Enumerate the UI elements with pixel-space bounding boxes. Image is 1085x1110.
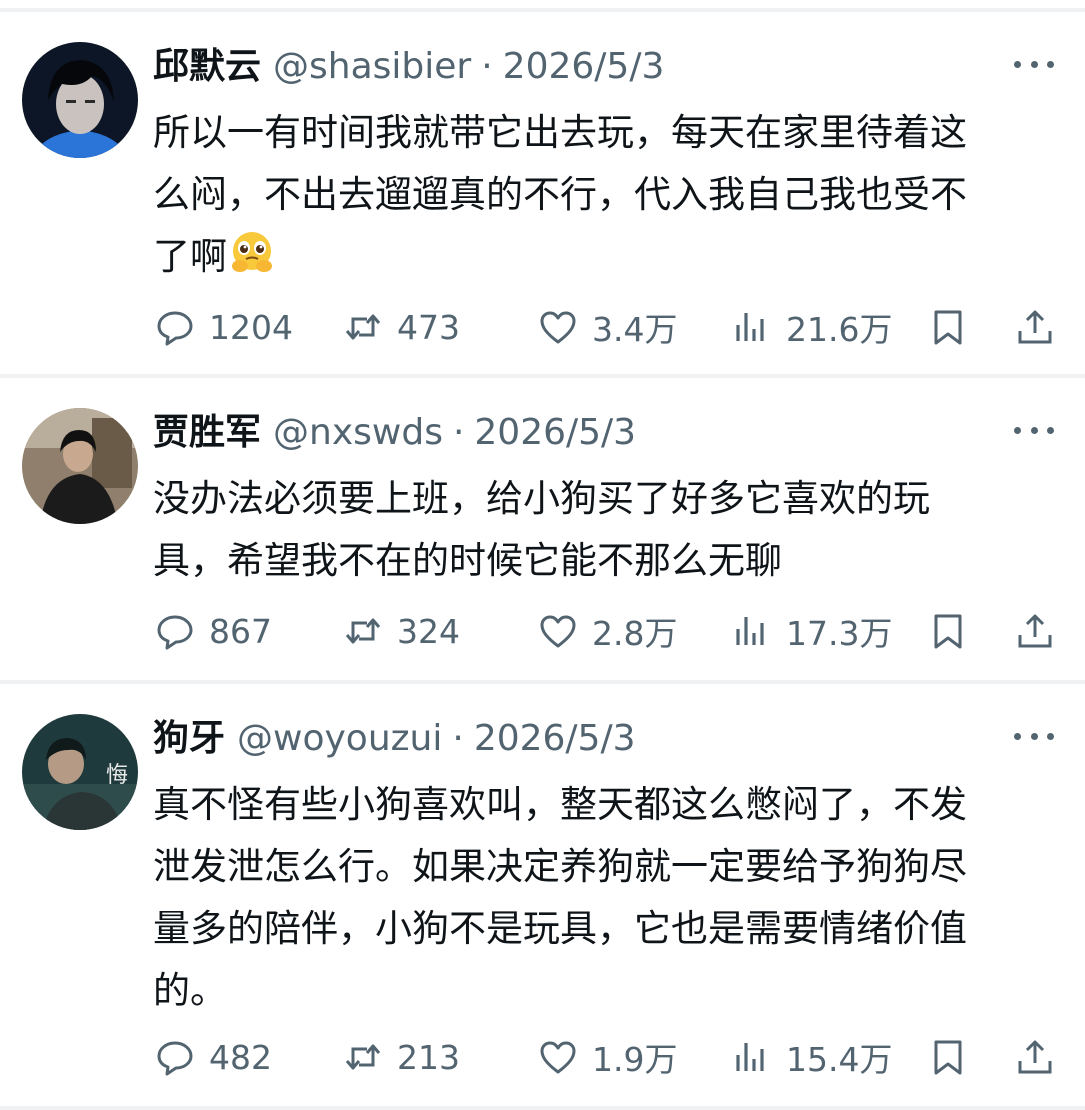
retweet-button[interactable]: 324 xyxy=(343,606,460,656)
tweet-text: 没办法必须要上班，给小狗买了好多它喜欢的玩 具，希望我不在的时候它能不那么无聊 xyxy=(153,468,1053,592)
tweet-text-line: 所以一有时间我就带它出去玩，每天在家里待着这 xyxy=(153,111,967,154)
like-count: 3.4万 xyxy=(592,310,678,349)
separator: · xyxy=(481,46,493,87)
display-name[interactable]: 邱默云 xyxy=(153,42,261,92)
views-button[interactable]: 17.3万 xyxy=(732,606,892,656)
reply-button[interactable]: 1204 xyxy=(155,302,293,352)
share-button[interactable] xyxy=(1015,1032,1055,1082)
bookmark-icon xyxy=(928,611,968,651)
tweet-text-line: 具，希望我不在的时候它能不那么无聊 xyxy=(153,539,782,582)
post-date[interactable]: 2026/5/3 xyxy=(503,42,665,92)
reply-bubble-icon xyxy=(155,1037,195,1077)
views-bar-chart-icon xyxy=(732,307,772,347)
reply-button[interactable]: 867 xyxy=(155,606,272,656)
bookmark-button[interactable] xyxy=(928,1032,968,1082)
post-date[interactable]: 2026/5/3 xyxy=(474,408,636,458)
tweet-text-line: 么闷，不出去遛遛真的不行，代入我自己我也受不 xyxy=(153,173,967,216)
user-handle[interactable]: @nxswds xyxy=(273,408,443,458)
tweet-text-line: 没办法必须要上班，给小狗买了好多它喜欢的玩 xyxy=(153,477,930,520)
views-button[interactable]: 21.6万 xyxy=(732,302,892,352)
retweet-icon xyxy=(343,611,383,651)
tweet-text-line: 的。 xyxy=(153,969,227,1012)
retweet-button[interactable]: 213 xyxy=(343,1032,460,1082)
retweet-count: 473 xyxy=(397,307,460,347)
views-count: 21.6万 xyxy=(786,310,893,349)
retweet-count: 324 xyxy=(397,611,460,651)
tweet-feed: 邱默云 @shasibier · 2026/5/3 所以一有时间我就带它出去玩，… xyxy=(0,0,1085,1110)
more-dots-icon[interactable] xyxy=(1014,420,1054,440)
tweet-card[interactable]: 贾胜军 @nxswds · 2026/5/3 没办法必须要上班，给小狗买了好多它… xyxy=(0,374,1085,678)
reply-button[interactable]: 482 xyxy=(155,1032,272,1082)
tweet-actions: 1204 473 3.4万 21.6万 xyxy=(0,302,1085,352)
retweet-icon xyxy=(343,307,383,347)
views-count: 17.3万 xyxy=(786,614,893,653)
like-button[interactable]: 3.4万 xyxy=(538,302,677,352)
post-date[interactable]: 2026/5/3 xyxy=(474,714,636,764)
share-upload-icon xyxy=(1015,1037,1055,1077)
tweet-text-line: 泄发泄怎么行。如果决定养狗就一定要给予狗狗尽 xyxy=(153,845,967,888)
reply-count: 867 xyxy=(209,611,272,651)
retweet-count: 213 xyxy=(397,1037,460,1077)
share-button[interactable] xyxy=(1015,606,1055,656)
like-count: 2.8万 xyxy=(592,614,678,653)
like-count: 1.9万 xyxy=(592,1040,678,1079)
like-button[interactable]: 1.9万 xyxy=(538,1032,677,1082)
avatar-overlay-text: 悔 xyxy=(106,763,128,788)
bookmark-button[interactable] xyxy=(928,606,968,656)
avatar[interactable] xyxy=(22,408,138,524)
reply-count: 482 xyxy=(209,1037,272,1077)
views-bar-chart-icon xyxy=(732,611,772,651)
share-upload-icon xyxy=(1015,307,1055,347)
divider xyxy=(0,1106,1085,1110)
avatar[interactable]: 悔 xyxy=(22,714,138,830)
views-bar-chart-icon xyxy=(732,1037,772,1077)
separator: · xyxy=(452,412,465,453)
reply-bubble-icon xyxy=(155,307,195,347)
like-button[interactable]: 2.8万 xyxy=(538,606,677,656)
avatar[interactable] xyxy=(22,42,138,158)
retweet-icon xyxy=(343,1037,383,1077)
heart-icon xyxy=(538,611,578,651)
tweet-text-line: 量多的陪伴，小狗不是玩具，它也是需要情绪价值 xyxy=(153,907,967,950)
tweet-text: 真不怪有些小狗喜欢叫，整天都这么憋闷了，不发 泄发泄怎么行。如果决定养狗就一定要… xyxy=(153,774,1053,1022)
tweet-header: 狗牙 @woyouzui · 2026/5/3 xyxy=(153,714,636,764)
share-upload-icon xyxy=(1015,611,1055,651)
separator: · xyxy=(452,718,464,759)
tweet-actions: 482 213 1.9万 15.4万 xyxy=(0,1032,1085,1082)
more-dots-icon[interactable] xyxy=(1014,726,1054,746)
tweet-card[interactable]: 悔 狗牙 @woyouzui · 2026/5/3 真不怪有些小狗喜欢叫，整天都… xyxy=(0,680,1085,1110)
tweet-text-line: 了啊 xyxy=(153,226,1053,288)
pleading-hands-emoji xyxy=(229,229,275,275)
tweet-header: 贾胜军 @nxswds · 2026/5/3 xyxy=(153,408,636,458)
tweet-header: 邱默云 @shasibier · 2026/5/3 xyxy=(153,42,664,92)
tweet-text-line: 真不怪有些小狗喜欢叫，整天都这么憋闷了，不发 xyxy=(153,783,967,826)
user-handle[interactable]: @shasibier xyxy=(273,42,471,92)
views-count: 15.4万 xyxy=(786,1040,893,1079)
display-name[interactable]: 贾胜军 xyxy=(153,408,261,458)
retweet-button[interactable]: 473 xyxy=(343,302,460,352)
heart-icon xyxy=(538,307,578,347)
bookmark-icon xyxy=(928,1037,968,1077)
heart-icon xyxy=(538,1037,578,1077)
tweet-text: 所以一有时间我就带它出去玩，每天在家里待着这 么闷，不出去遛遛真的不行，代入我自… xyxy=(153,102,1053,288)
more-dots-icon[interactable] xyxy=(1014,54,1054,74)
views-button[interactable]: 15.4万 xyxy=(732,1032,892,1082)
reply-count: 1204 xyxy=(209,307,293,347)
display-name[interactable]: 狗牙 xyxy=(153,714,225,764)
tweet-actions: 867 324 2.8万 17.3万 xyxy=(0,606,1085,656)
bookmark-icon xyxy=(928,307,968,347)
tweet-card[interactable]: 邱默云 @shasibier · 2026/5/3 所以一有时间我就带它出去玩，… xyxy=(0,0,1085,372)
reply-bubble-icon xyxy=(155,611,195,651)
bookmark-button[interactable] xyxy=(928,302,968,352)
user-handle[interactable]: @woyouzui xyxy=(237,714,442,764)
share-button[interactable] xyxy=(1015,302,1055,352)
